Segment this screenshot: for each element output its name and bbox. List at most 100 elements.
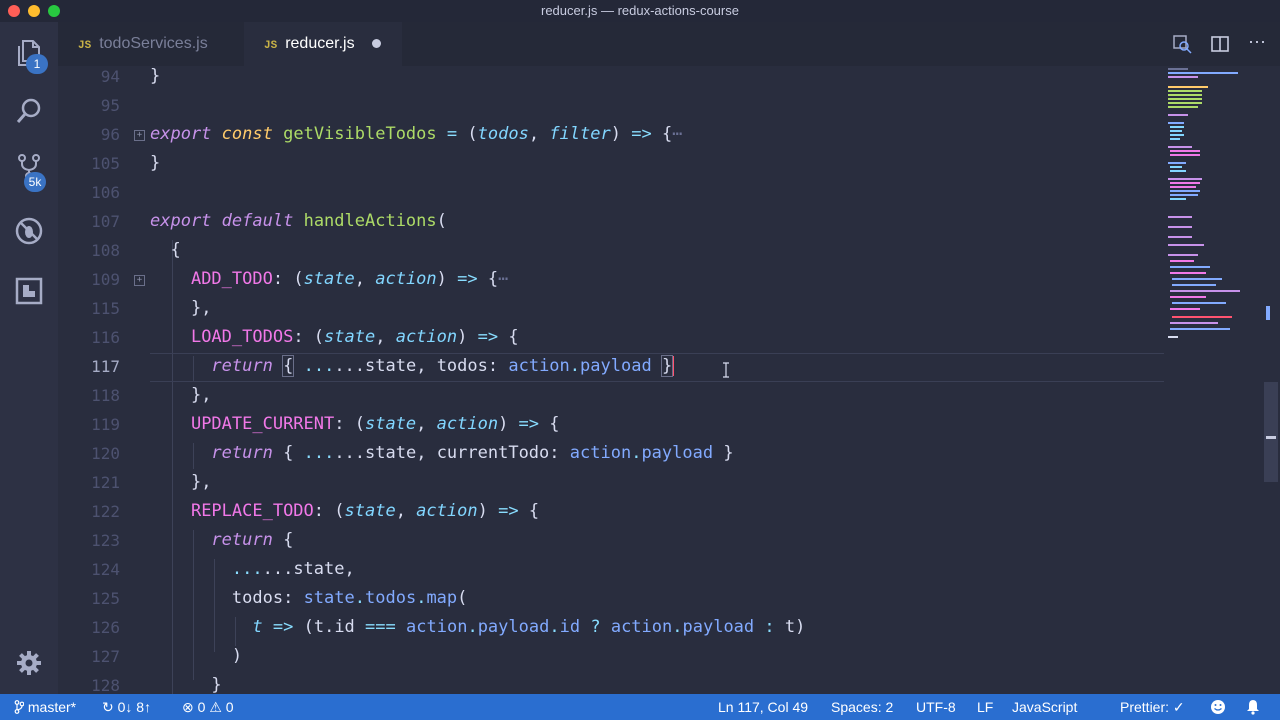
scroll-marker xyxy=(1266,306,1270,320)
line-number: 109 xyxy=(91,270,120,289)
code-line: 125 todos: state.todos.map( xyxy=(58,584,1168,613)
tab-todoservices[interactable]: JS todoServices.js xyxy=(58,22,244,66)
problems-status[interactable]: ⊗ 0 ⚠ 0 xyxy=(182,694,234,720)
line-number: 123 xyxy=(91,531,120,550)
sync-icon: ↻ xyxy=(102,699,114,715)
code-text: t => (t.id === action.payload.id ? actio… xyxy=(252,617,806,637)
error-icon: ⊗ xyxy=(182,699,194,715)
status-bar: master* ↻ 0↓ 8↑ ⊗ 0 ⚠ 0 Ln 117, Col 49 S… xyxy=(0,694,1280,720)
js-file-icon: JS xyxy=(78,40,92,52)
js-file-icon: JS xyxy=(264,40,278,52)
line-number: 94 xyxy=(100,67,120,86)
sync-status[interactable]: ↻ 0↓ 8↑ xyxy=(102,694,151,720)
code-text: }, xyxy=(190,472,212,492)
language-mode[interactable]: JavaScript xyxy=(1012,694,1077,720)
code-text: }, xyxy=(190,385,212,405)
line-number: 119 xyxy=(91,415,120,434)
code-line: 107 export default handleActions( xyxy=(58,207,1168,236)
code-line: 127 ) xyxy=(58,642,1168,671)
code-text: { xyxy=(170,240,181,260)
line-number: 116 xyxy=(91,328,120,347)
minimize-window-button[interactable] xyxy=(28,5,40,17)
fold-expand-icon[interactable]: + xyxy=(134,130,145,141)
source-control-badge: 5k xyxy=(24,172,46,192)
code-line: 117 return { ......state, todos: action.… xyxy=(58,352,1168,381)
extensions-icon[interactable] xyxy=(14,276,44,306)
tab-label: reducer.js xyxy=(285,35,355,52)
window-title: reducer.js — redux-actions-course xyxy=(541,3,739,18)
settings-gear-icon[interactable] xyxy=(14,648,44,678)
warning-icon: ⚠ xyxy=(209,699,222,715)
line-number: 118 xyxy=(91,386,120,405)
debug-icon[interactable] xyxy=(14,216,44,246)
code-line: 120 return { ......state, currentTodo: a… xyxy=(58,439,1168,468)
line-ending[interactable]: LF xyxy=(977,694,993,720)
code-line: 105 } xyxy=(58,149,1168,178)
code-editor[interactable]: 94 } 95 96 + export const getVisibleTodo… xyxy=(58,66,1280,694)
code-line: 123 return { xyxy=(58,526,1168,555)
code-text: export default handleActions( xyxy=(150,211,447,231)
code-line: 119 UPDATE_CURRENT: (state, action) => { xyxy=(58,410,1168,439)
notifications-bell-icon[interactable] xyxy=(1246,694,1260,720)
indentation[interactable]: Spaces: 2 xyxy=(831,694,893,720)
code-text: } xyxy=(150,66,161,86)
cursor-position[interactable]: Ln 117, Col 49 xyxy=(718,694,808,720)
warning-count: 0 xyxy=(225,699,234,715)
code-line: 115 }, xyxy=(58,294,1168,323)
prettier-status[interactable]: Prettier: ✓ xyxy=(1120,694,1185,720)
line-number: 120 xyxy=(91,444,120,463)
code-text: } xyxy=(211,675,222,694)
split-editor-icon[interactable] xyxy=(1210,34,1230,54)
scrollbar-thumb[interactable] xyxy=(1264,382,1278,482)
unsaved-dot-icon[interactable] xyxy=(372,39,381,48)
code-text: ......state, xyxy=(231,559,355,579)
search-icon[interactable] xyxy=(14,96,44,126)
error-count: 0 xyxy=(197,699,206,715)
code-text: ADD_TODO: (state, action) => {⋯ xyxy=(190,269,509,289)
line-number: 127 xyxy=(91,647,120,666)
code-text: return { xyxy=(211,530,294,550)
code-line: 128 } xyxy=(58,671,1168,694)
code-line: 106 xyxy=(58,178,1168,207)
code-text: } xyxy=(150,153,161,173)
fold-expand-icon[interactable]: + xyxy=(134,275,145,286)
title-bar: reducer.js — redux-actions-course xyxy=(0,0,1280,22)
git-branch[interactable]: master* xyxy=(14,694,76,720)
code-line: 116 LOAD_TODOS: (state, action) => { xyxy=(58,323,1168,352)
feedback-smiley-icon[interactable] xyxy=(1210,694,1226,720)
text-cursor xyxy=(672,356,675,376)
maximize-window-button[interactable] xyxy=(48,5,60,17)
vertical-scrollbar[interactable] xyxy=(1262,66,1280,694)
line-number: 124 xyxy=(91,560,120,579)
minimap[interactable] xyxy=(1166,66,1266,694)
code-line: 109 + ADD_TODO: (state, action) => {⋯ xyxy=(58,265,1168,294)
explorer-badge: 1 xyxy=(26,54,48,74)
line-number: 96 xyxy=(100,125,120,144)
code-text: REPLACE_TODO: (state, action) => { xyxy=(190,501,540,521)
close-window-button[interactable] xyxy=(8,5,20,17)
line-number: 105 xyxy=(91,154,120,173)
line-number: 126 xyxy=(91,618,120,637)
line-number: 121 xyxy=(91,473,120,492)
code-text: return { ......state, currentTodo: actio… xyxy=(211,443,734,463)
tab-reducer[interactable]: JS reducer.js xyxy=(244,22,402,66)
more-actions-icon[interactable]: ⋯ xyxy=(1248,32,1266,52)
open-changes-icon[interactable] xyxy=(1172,34,1192,54)
tab-label: todoServices.js xyxy=(99,35,208,52)
code-line: 118 }, xyxy=(58,381,1168,410)
line-number: 95 xyxy=(100,96,120,115)
line-number: 117 xyxy=(91,357,120,376)
encoding[interactable]: UTF-8 xyxy=(916,694,956,720)
code-line: 95 xyxy=(58,91,1168,120)
line-number: 107 xyxy=(91,212,120,231)
code-text: ) xyxy=(231,646,243,666)
line-number: 115 xyxy=(91,299,120,318)
line-number: 122 xyxy=(91,502,120,521)
code-line: 94 } xyxy=(58,66,1168,91)
code-text: UPDATE_CURRENT: (state, action) => { xyxy=(190,414,560,434)
code-text: LOAD_TODOS: (state, action) => { xyxy=(190,327,519,347)
code-text: return { ......state, todos: action.payl… xyxy=(211,355,675,377)
cursor-marker xyxy=(1266,436,1276,439)
git-branch-label: master* xyxy=(27,699,77,715)
code-line: 96 + export const getVisibleTodos = (tod… xyxy=(58,120,1168,149)
